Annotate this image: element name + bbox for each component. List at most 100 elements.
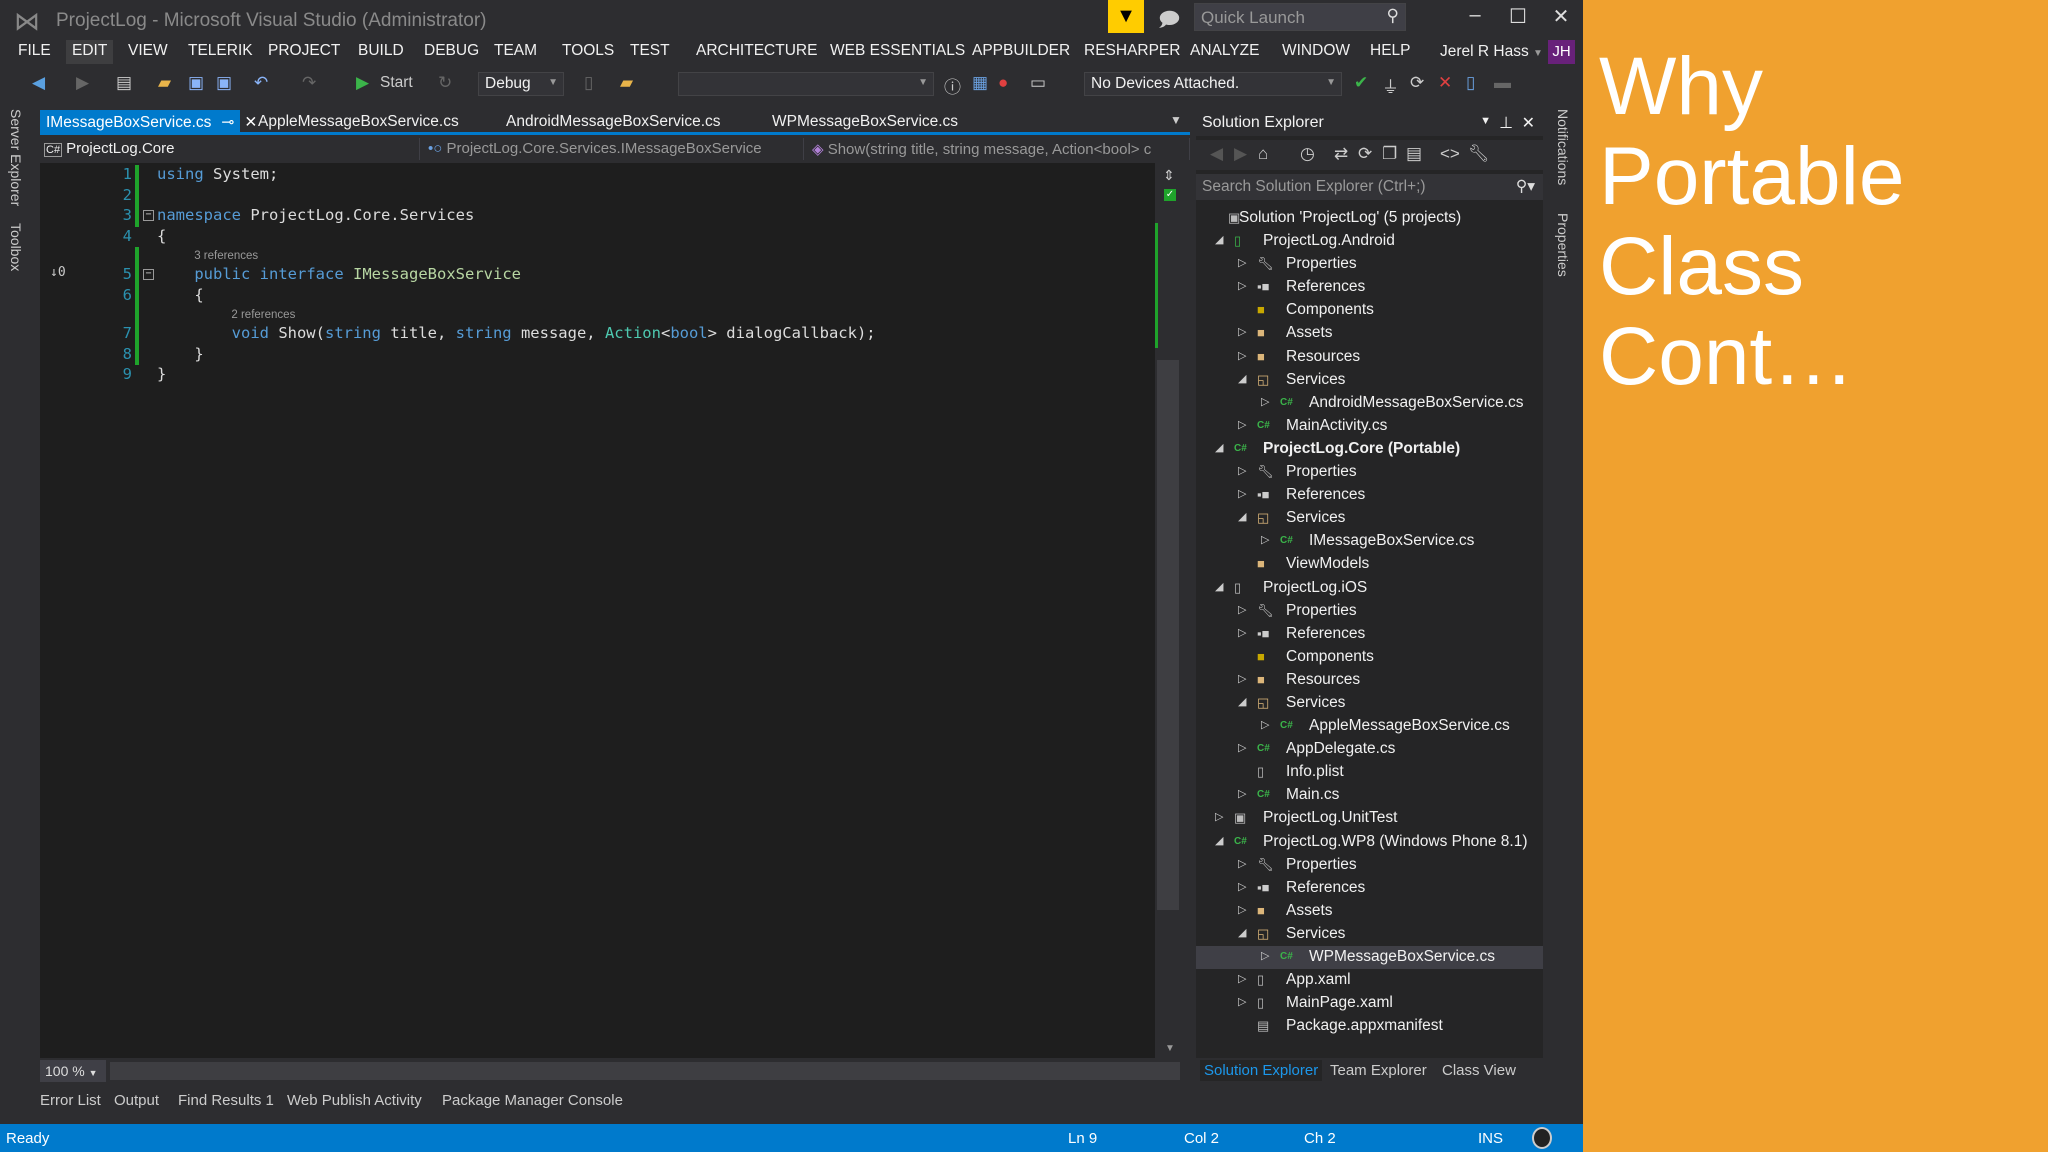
collapsed-icon[interactable]: ▷ bbox=[1238, 464, 1246, 477]
menu-window[interactable]: WINDOW bbox=[1276, 40, 1356, 64]
collapsed-icon[interactable]: ▷ bbox=[1238, 418, 1246, 431]
tree-item[interactable]: ▷ ▪■ References bbox=[1196, 623, 1543, 646]
home-icon[interactable]: ⌂ bbox=[1258, 144, 1268, 164]
implementation-marker-icon[interactable]: ↓0 bbox=[50, 265, 66, 280]
menu-team[interactable]: TEAM bbox=[488, 40, 543, 64]
minimize-button[interactable]: – bbox=[1460, 4, 1490, 27]
menu-telerik[interactable]: TELERIK bbox=[182, 40, 259, 64]
tree-item[interactable]: ▷ ■ Assets bbox=[1196, 900, 1543, 923]
collapsed-icon[interactable]: ▷ bbox=[1238, 787, 1246, 800]
tab-output[interactable]: Output bbox=[114, 1092, 159, 1109]
tree-item[interactable]: ▷ ■ Assets bbox=[1196, 322, 1543, 345]
forward-icon[interactable]: ▶ bbox=[1234, 144, 1247, 164]
tree-item[interactable]: ▷ C# MainActivity.cs bbox=[1196, 415, 1543, 438]
member-select[interactable]: ◈ Show(string title, string message, Act… bbox=[808, 138, 1190, 160]
quick-launch-input[interactable]: Quick Launch ⚲ bbox=[1194, 3, 1406, 31]
collapsed-icon[interactable]: ▷ bbox=[1238, 487, 1246, 500]
tree-item[interactable]: ◢ ◱ Services bbox=[1196, 369, 1543, 392]
tree-item[interactable]: ▷ ▪■ References bbox=[1196, 877, 1543, 900]
plug-icon[interactable]: ⏚ bbox=[1382, 73, 1399, 98]
refresh-icon[interactable]: ↻ bbox=[438, 73, 452, 93]
zoom-select[interactable]: 100 % ▼ bbox=[40, 1060, 106, 1082]
tree-item[interactable]: ▷ C# AppDelegate.cs bbox=[1196, 738, 1543, 761]
show-all-files-icon[interactable]: ▤ bbox=[1406, 144, 1422, 164]
tree-item[interactable]: ■ Components bbox=[1196, 299, 1543, 322]
device-icon[interactable]: ▯ bbox=[584, 73, 593, 93]
collapsed-icon[interactable]: ▷ bbox=[1238, 880, 1246, 893]
tree-item[interactable]: ◢ C# ProjectLog.Core (Portable) bbox=[1196, 438, 1543, 461]
tree-item[interactable]: ▤ Package.appxmanifest bbox=[1196, 1015, 1543, 1038]
collapsed-icon[interactable]: ▷ bbox=[1261, 949, 1269, 962]
user-account[interactable]: Jerel R Hass ▼ bbox=[1440, 43, 1543, 61]
console-icon[interactable]: ▭ bbox=[1030, 73, 1046, 93]
save-all-icon[interactable]: ▣ bbox=[216, 73, 232, 93]
tree-item[interactable]: ▷ ▪■ References bbox=[1196, 484, 1543, 507]
tree-item[interactable]: ◢ ▯ ProjectLog.iOS bbox=[1196, 577, 1543, 600]
notification-icon[interactable] bbox=[1532, 1127, 1552, 1149]
tree-item[interactable]: ▷ ■ Resources bbox=[1196, 669, 1543, 692]
dashboard-icon[interactable]: ▦ bbox=[972, 73, 988, 93]
tree-item[interactable]: ▷ 🔧︎ Properties bbox=[1196, 253, 1543, 276]
scroll-down-icon[interactable]: ▼ bbox=[1165, 1043, 1175, 1054]
tree-item[interactable]: ▷ 🔧︎ Properties bbox=[1196, 461, 1543, 484]
tree-item[interactable]: ■ Components bbox=[1196, 646, 1543, 669]
pin-icon[interactable]: ⊥ bbox=[1499, 113, 1513, 133]
open-file-icon[interactable]: ▰ bbox=[158, 73, 171, 93]
collapsed-icon[interactable]: ▷ bbox=[1261, 533, 1269, 546]
menu-help[interactable]: HELP bbox=[1364, 40, 1417, 64]
codelens-label[interactable]: 2 references bbox=[231, 309, 295, 321]
collapsed-icon[interactable]: ▷ bbox=[1261, 718, 1269, 731]
expanded-icon[interactable]: ◢ bbox=[1215, 441, 1223, 454]
collapsed-icon[interactable]: ▷ bbox=[1238, 349, 1246, 362]
tab-imessageboxservice[interactable]: IMessageBoxService.cs ⊸ ✕ bbox=[40, 110, 257, 133]
tab-package-manager-console[interactable]: Package Manager Console bbox=[442, 1092, 623, 1109]
tab-error-list[interactable]: Error List bbox=[40, 1092, 101, 1109]
collapsed-icon[interactable]: ▷ bbox=[1238, 256, 1246, 269]
check-icon[interactable]: ✔ bbox=[1354, 73, 1368, 93]
scrollbar-thumb[interactable] bbox=[1157, 360, 1179, 910]
redo-icon[interactable]: ↷ bbox=[302, 73, 316, 93]
tree-item[interactable]: ◢ C# ProjectLog.WP8 (Windows Phone 8.1) bbox=[1196, 831, 1543, 854]
tree-item[interactable]: ◢ ◱ Services bbox=[1196, 692, 1543, 715]
type-select[interactable]: •○ ProjectLog.Core.Services.IMessageBoxS… bbox=[424, 138, 804, 160]
devices-select[interactable]: No Devices Attached. ▼ bbox=[1084, 72, 1342, 96]
chevron-down-icon[interactable]: ▼ bbox=[1480, 115, 1491, 127]
solution-explorer-search[interactable]: Search Solution Explorer (Ctrl+;) ⚲▾ bbox=[1196, 174, 1543, 200]
collapsed-icon[interactable]: ▷ bbox=[1238, 626, 1246, 639]
delete-icon[interactable]: ✕ bbox=[1438, 73, 1452, 93]
tree-item[interactable]: ▷ C# Main.cs bbox=[1196, 784, 1543, 807]
collapsed-icon[interactable]: ▷ bbox=[1238, 995, 1246, 1008]
configuration-select[interactable]: Debug ▼ bbox=[478, 72, 564, 96]
expanded-icon[interactable]: ◢ bbox=[1215, 580, 1223, 593]
expanded-icon[interactable]: ◢ bbox=[1238, 510, 1246, 523]
save-icon[interactable]: ▣ bbox=[188, 73, 204, 93]
tab-find-results[interactable]: Find Results 1 bbox=[178, 1092, 274, 1109]
avatar[interactable]: JH bbox=[1548, 40, 1575, 64]
collapsed-icon[interactable]: ▷ bbox=[1238, 279, 1246, 292]
menu-tools[interactable]: TOOLS bbox=[556, 40, 620, 64]
tab-team-explorer[interactable]: Team Explorer bbox=[1326, 1060, 1431, 1081]
menu-appbuilder[interactable]: APPBUILDER bbox=[966, 40, 1076, 64]
collapsed-icon[interactable]: ▷ bbox=[1238, 972, 1246, 985]
components-icon[interactable]: ● bbox=[998, 73, 1008, 93]
tab-class-view[interactable]: Class View bbox=[1438, 1060, 1520, 1081]
tree-item[interactable]: ◢ ▯ ProjectLog.Android bbox=[1196, 230, 1543, 253]
codelens-label[interactable]: 3 references bbox=[194, 250, 258, 262]
view-code-icon[interactable]: <> bbox=[1440, 144, 1460, 164]
sync-icon[interactable]: ⟳ bbox=[1410, 73, 1424, 93]
sync-icon[interactable]: ⇄ bbox=[1334, 144, 1348, 164]
tree-item[interactable]: ▷ ▯ MainPage.xaml bbox=[1196, 992, 1543, 1015]
tree-item[interactable]: ▯ Info.plist bbox=[1196, 761, 1543, 784]
tree-item[interactable]: ▷ ▯ App.xaml bbox=[1196, 969, 1543, 992]
start-button[interactable]: Start bbox=[380, 74, 413, 92]
expanded-icon[interactable]: ◢ bbox=[1215, 834, 1223, 847]
menu-view[interactable]: VIEW bbox=[122, 40, 174, 64]
feedback-icon[interactable]: 🗩 bbox=[1158, 5, 1180, 39]
tree-item[interactable]: ■ ViewModels bbox=[1196, 553, 1543, 576]
new-project-icon[interactable]: ▤ bbox=[116, 73, 132, 93]
tree-item[interactable]: ▷ C# AppleMessageBoxService.cs bbox=[1196, 715, 1543, 738]
collapsed-icon[interactable]: ▷ bbox=[1238, 603, 1246, 616]
collapsed-icon[interactable]: ▷ bbox=[1238, 672, 1246, 685]
package-icon[interactable]: ▬ bbox=[1494, 73, 1511, 93]
menu-debug[interactable]: DEBUG bbox=[418, 40, 485, 64]
